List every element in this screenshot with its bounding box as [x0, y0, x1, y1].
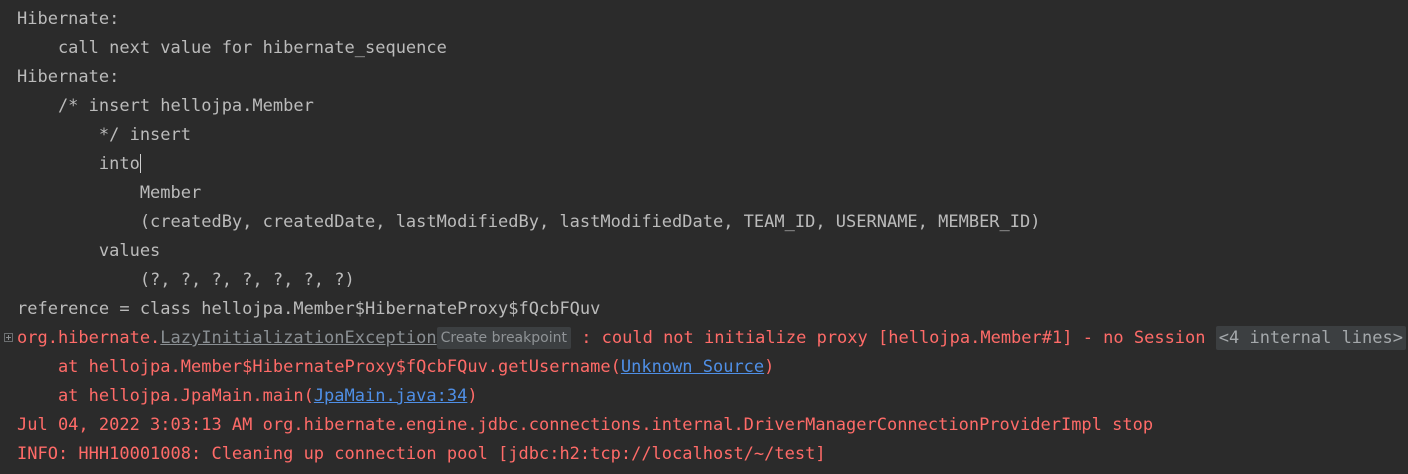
- stack-frame-text: ): [467, 386, 478, 406]
- exception-package: org.hibernate.: [17, 328, 161, 348]
- console-line: call next value for hibernate_sequence: [17, 38, 447, 58]
- console-line: Hibernate:: [17, 67, 120, 87]
- console-line: into: [17, 150, 141, 179]
- console-line: values: [17, 241, 161, 261]
- expand-fold-icon[interactable]: [4, 333, 13, 342]
- console-line: (createdBy, createdDate, lastModifiedBy,…: [17, 212, 1041, 232]
- jpamain-source-link[interactable]: JpaMain.java:34: [314, 386, 468, 406]
- stack-frame-text: ): [764, 357, 775, 377]
- run-console-output[interactable]: Hibernate: call next value for hibernate…: [0, 0, 1408, 474]
- text-cursor: [139, 154, 141, 173]
- internal-lines-fold-button[interactable]: <4 internal lines>: [1215, 326, 1406, 350]
- log-line: Jul 04, 2022 3:03:13 AM org.hibernate.en…: [17, 415, 1154, 435]
- unknown-source-link[interactable]: Unknown Source: [621, 357, 764, 377]
- console-line: reference = class hellojpa.Member$Hibern…: [17, 299, 601, 319]
- create-breakpoint-button[interactable]: Create breakpoint: [436, 327, 571, 349]
- exception-line: org.hibernate.LazyInitializationExceptio…: [17, 324, 1406, 353]
- console-line-text: into: [17, 154, 140, 174]
- exception-message: : could not initialize proxy [hellojpa.M…: [570, 328, 1216, 348]
- console-line: /* insert hellojpa.Member: [17, 96, 314, 116]
- exception-class-link[interactable]: LazyInitializationException: [160, 328, 436, 348]
- console-line: Member: [17, 183, 202, 203]
- console-line: (?, ?, ?, ?, ?, ?, ?): [17, 270, 355, 290]
- console-line: Hibernate:: [17, 9, 120, 29]
- console-line: */ insert: [17, 125, 191, 145]
- log-line: INFO: HHH10001008: Cleaning up connectio…: [17, 444, 826, 464]
- stack-frame: at hellojpa.JpaMain.main(JpaMain.java:34…: [17, 382, 478, 411]
- stack-frame-text: at hellojpa.Member$HibernateProxy$fQcbFQ…: [17, 357, 621, 377]
- stack-frame: at hellojpa.Member$HibernateProxy$fQcbFQ…: [17, 353, 774, 382]
- stack-frame-text: at hellojpa.JpaMain.main(: [17, 386, 314, 406]
